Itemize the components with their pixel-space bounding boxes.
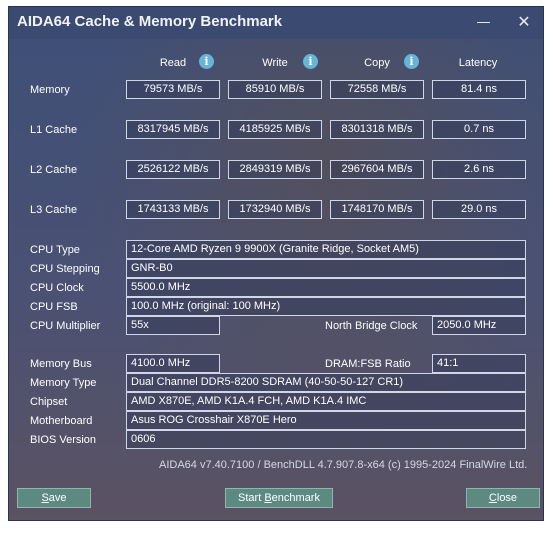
save-button[interactable]: Save (17, 488, 91, 508)
l1-cache-row-label: L1 Cache (30, 124, 78, 136)
chipset-label: Chipset (30, 396, 68, 408)
close-button[interactable]: Close (466, 488, 540, 508)
start-benchmark-label: enchmark (271, 492, 320, 504)
start-benchmark-mnemonic: B (264, 492, 272, 504)
memory-latency-value: 81.4 ns (432, 80, 526, 99)
l3-latency-value: 29.0 ns (432, 200, 526, 219)
cpu-fsb-value: 100.0 MHz (original: 100 MHz) (126, 297, 526, 316)
bios-version-value: 0606 (126, 430, 526, 449)
memory-row-label: Memory (30, 84, 70, 96)
l1-latency-value: 0.7 ns (432, 120, 526, 139)
close-icon[interactable]: ✕ (509, 9, 539, 37)
dram-fsb-ratio-label: DRAM:FSB Ratio (325, 358, 411, 370)
save-button-label: ave (48, 492, 67, 504)
l3-cache-row-label: L3 Cache (30, 204, 78, 216)
l2-copy-value: 2967604 MB/s (330, 160, 424, 179)
l2-write-value: 2849319 MB/s (228, 160, 322, 179)
l3-read-value: 1743133 MB/s (126, 200, 220, 219)
copy-column-header: Copy (364, 57, 390, 69)
motherboard-value: Asus ROG Crosshair X870E Hero (126, 411, 526, 430)
copyright-footer: AIDA64 v7.40.7100 / BenchDLL 4.7.907.8-x… (159, 459, 528, 471)
bios-version-label: BIOS Version (30, 434, 97, 446)
memory-bus-label: Memory Bus (30, 358, 92, 370)
latency-column-header: Latency (458, 57, 498, 69)
copy-info-icon[interactable]: i (404, 54, 419, 69)
north-bridge-clock-label: North Bridge Clock (325, 320, 418, 332)
read-info-icon[interactable]: i (199, 54, 214, 69)
l3-copy-value: 1748170 MB/s (330, 200, 424, 219)
minimize-icon[interactable] (469, 9, 499, 37)
cpu-clock-label: CPU Clock (30, 282, 84, 294)
close-button-label: lose (496, 492, 518, 504)
memory-read-value: 79573 MB/s (126, 80, 220, 99)
cpu-multiplier-value: 55x (126, 316, 220, 335)
l2-read-value: 2526122 MB/s (126, 160, 220, 179)
start-benchmark-label-pre: Start (238, 492, 265, 504)
window-title: AIDA64 Cache & Memory Benchmark (17, 13, 283, 30)
cpu-clock-value: 5500.0 MHz (126, 278, 526, 297)
write-info-icon[interactable]: i (303, 54, 318, 69)
title-bar[interactable]: AIDA64 Cache & Memory Benchmark ✕ (9, 7, 543, 39)
memory-copy-value: 72558 MB/s (330, 80, 424, 99)
motherboard-label: Motherboard (30, 415, 93, 427)
save-button-mnemonic: S (41, 492, 49, 504)
memory-write-value: 85910 MB/s (228, 80, 322, 99)
north-bridge-clock-value: 2050.0 MHz (432, 316, 526, 335)
cpu-type-value: 12-Core AMD Ryzen 9 9900X (Granite Ridge… (126, 240, 526, 259)
l2-cache-row-label: L2 Cache (30, 164, 78, 176)
cpu-stepping-label: CPU Stepping (30, 263, 100, 275)
close-button-mnemonic: C (488, 492, 497, 504)
dram-fsb-ratio-value: 41:1 (432, 354, 526, 373)
l3-write-value: 1732940 MB/s (228, 200, 322, 219)
memory-type-value: Dual Channel DDR5-8200 SDRAM (40-50-50-1… (126, 373, 526, 392)
l1-copy-value: 8301318 MB/s (330, 120, 424, 139)
read-column-header: Read (159, 57, 187, 69)
l1-read-value: 8317945 MB/s (126, 120, 220, 139)
benchmark-window: AIDA64 Cache & Memory Benchmark ✕ Read i… (8, 6, 544, 521)
memory-type-label: Memory Type (30, 377, 97, 389)
start-benchmark-button[interactable]: Start Benchmark (225, 488, 333, 508)
l1-write-value: 4185925 MB/s (228, 120, 322, 139)
chipset-value: AMD X870E, AMD K1A.4 FCH, AMD K1A.4 IMC (126, 392, 526, 411)
cpu-multiplier-label: CPU Multiplier (30, 320, 101, 332)
cpu-type-label: CPU Type (30, 244, 80, 256)
memory-bus-value: 4100.0 MHz (126, 354, 220, 373)
write-column-header: Write (262, 57, 288, 69)
l2-latency-value: 2.6 ns (432, 160, 526, 179)
cpu-fsb-label: CPU FSB (30, 301, 78, 313)
cpu-stepping-value: GNR-B0 (126, 259, 526, 278)
